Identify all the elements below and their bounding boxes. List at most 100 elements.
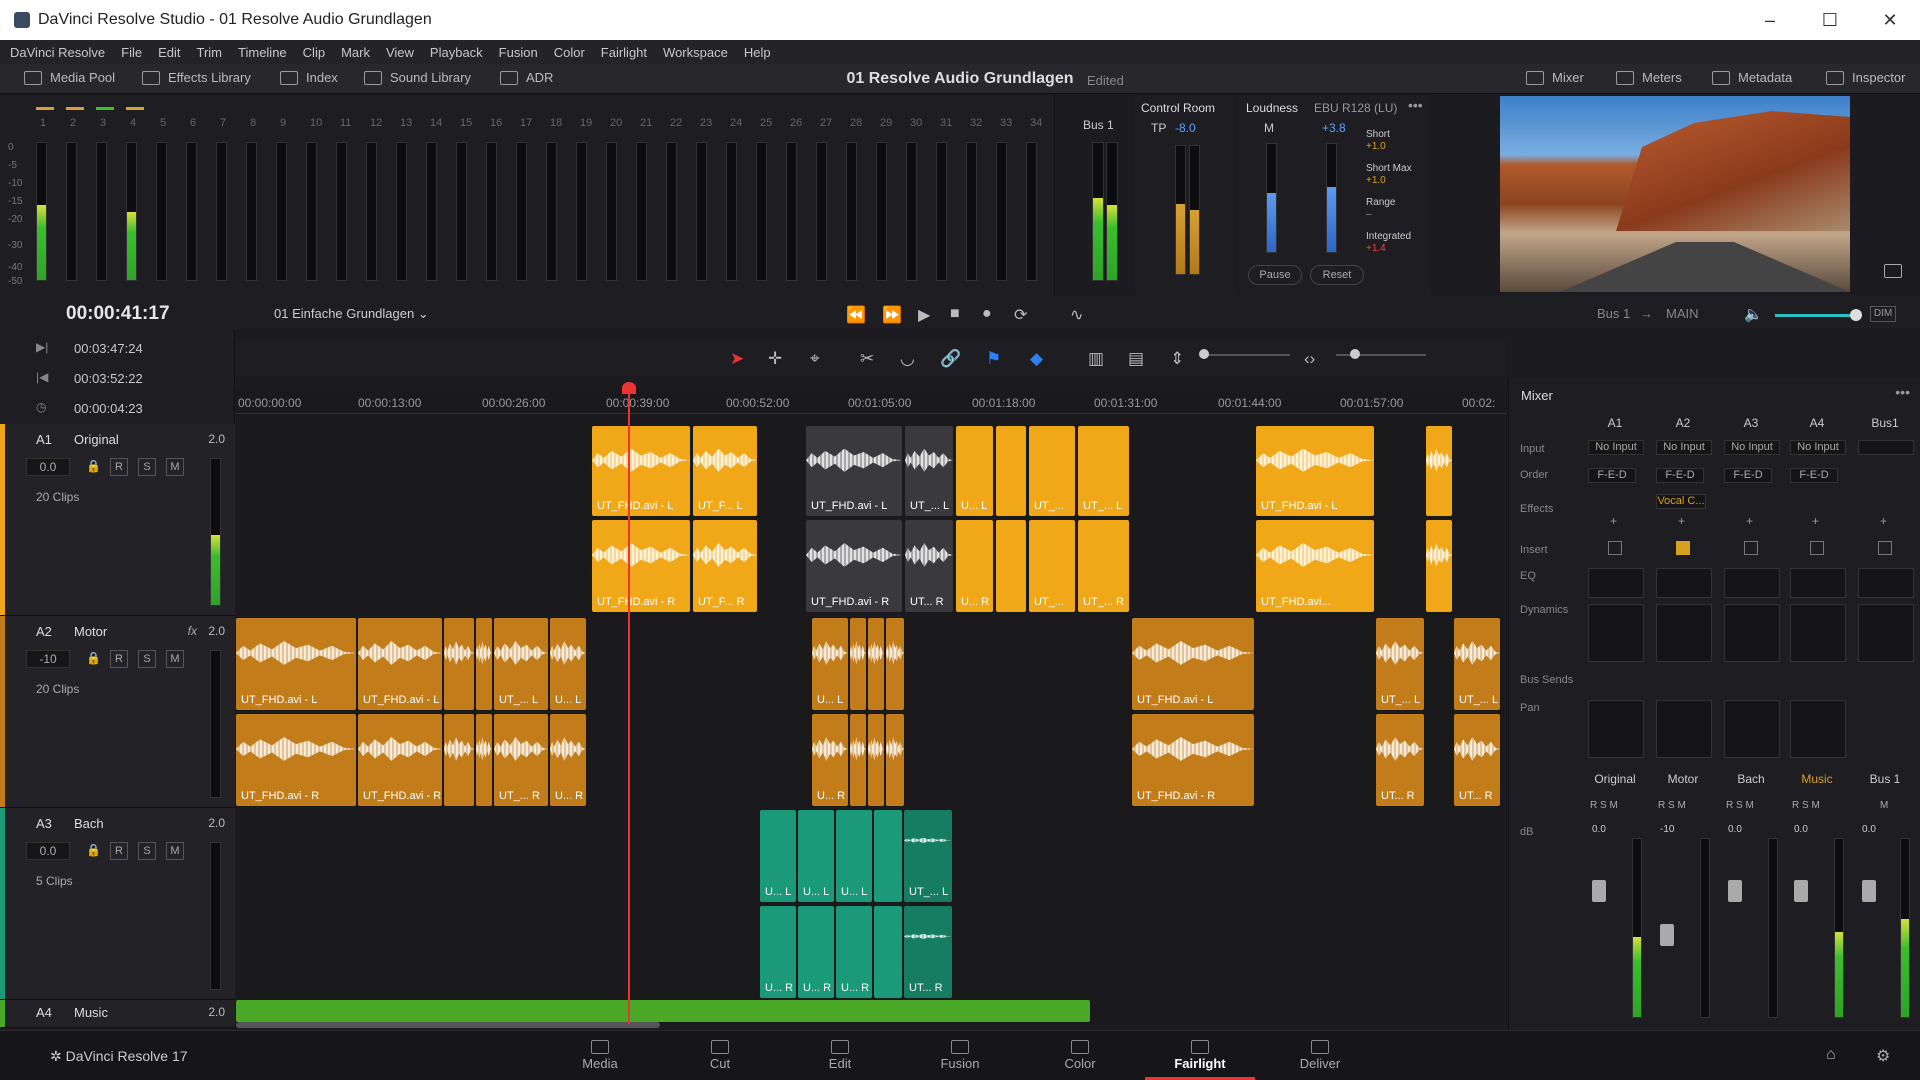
input-select-bus1[interactable] (1858, 440, 1914, 455)
input-select-a2[interactable]: No Input (1656, 440, 1712, 455)
audio-clip[interactable] (868, 714, 884, 806)
record-arm-button[interactable]: R (1792, 800, 1799, 811)
loudness-options-icon[interactable]: ••• (1408, 97, 1423, 113)
fader-value-a4[interactable]: 0.0 (1794, 824, 1808, 835)
menu-timeline[interactable]: Timeline (238, 45, 287, 60)
audio-clip[interactable] (850, 618, 866, 710)
pan-control-a2[interactable] (1656, 700, 1712, 758)
timecode-display[interactable]: 00:00:41:17 (66, 303, 170, 325)
channel-name-bus1[interactable]: Bus 1 (1858, 772, 1912, 786)
eq-graph-a2[interactable] (1656, 568, 1712, 598)
menu-playback[interactable]: Playback (430, 45, 483, 60)
stop-button[interactable]: ■ (950, 305, 960, 323)
eq-graph-bus1[interactable] (1858, 568, 1914, 598)
audio-clip[interactable]: UT_F... R (693, 520, 757, 612)
audio-clip[interactable]: UT_FHD.avi - L (236, 618, 356, 710)
nav-color[interactable]: Color (1025, 1030, 1135, 1080)
record-arm-button[interactable]: R (110, 650, 128, 668)
add-effect-icon[interactable]: + (1746, 514, 1753, 528)
dynamics-graph-a3[interactable] (1724, 604, 1780, 662)
audio-clip[interactable] (1426, 426, 1452, 516)
audio-clip[interactable] (886, 618, 904, 710)
audio-clip[interactable]: UT_FHD.avi... (1256, 520, 1374, 612)
mute-button[interactable]: M (1745, 800, 1753, 811)
solo-button[interactable]: S (1802, 800, 1809, 811)
menu-file[interactable]: File (121, 45, 142, 60)
nav-cut[interactable]: Cut (665, 1030, 775, 1080)
music-clip[interactable] (236, 1000, 1090, 1022)
audio-clip[interactable] (850, 714, 866, 806)
menu-color[interactable]: Color (554, 45, 585, 60)
mixer-toggle-button[interactable]: Mixer (1526, 70, 1584, 85)
audio-clip[interactable]: U... L (812, 618, 848, 710)
insert-toggle-a3[interactable] (1744, 541, 1758, 555)
audio-clip[interactable]: U... R (550, 714, 586, 806)
video-viewer[interactable] (1500, 96, 1850, 292)
dynamics-graph-a4[interactable] (1790, 604, 1846, 662)
edit-selection-icon[interactable]: ⌖ (810, 349, 820, 369)
solo-button[interactable]: S (1736, 800, 1743, 811)
dynamics-graph-a1[interactable] (1588, 604, 1644, 662)
menu-mark[interactable]: Mark (341, 45, 370, 60)
audio-clip[interactable]: UT_... L (904, 810, 952, 902)
audio-clip[interactable]: UT... R (904, 906, 952, 998)
zoom-slider[interactable] (1206, 354, 1290, 356)
menu-clip[interactable]: Clip (303, 45, 325, 60)
track-name[interactable]: Bach (74, 816, 104, 831)
track-header-a3[interactable]: A3 Bach 2.0 0.0 🔒 R S M 5 Clips (0, 808, 235, 1000)
record-arm-button[interactable]: R (110, 458, 128, 476)
pan-control-a4[interactable] (1790, 700, 1846, 758)
audio-clip[interactable]: UT... R (905, 520, 953, 612)
track-name[interactable]: Motor (74, 624, 107, 639)
audio-clip[interactable]: UT_FHD.avi - R (236, 714, 356, 806)
audio-clip[interactable] (874, 810, 902, 902)
eq-graph-a1[interactable] (1588, 568, 1644, 598)
track-volume[interactable]: -10 (26, 650, 70, 668)
menu-fairlight[interactable]: Fairlight (601, 45, 647, 60)
mute-button[interactable]: M (166, 458, 184, 476)
link-icon[interactable]: 🔗 (940, 349, 961, 369)
dim-button[interactable]: DIM (1870, 306, 1896, 322)
order-select-a3[interactable]: F-E-D (1724, 468, 1772, 483)
input-select-a3[interactable]: No Input (1724, 440, 1780, 455)
add-effect-icon[interactable]: + (1610, 514, 1617, 528)
solo-button[interactable]: S (1668, 800, 1675, 811)
loudness-reset-button[interactable]: Reset (1310, 265, 1364, 285)
fader-value-bus1[interactable]: 0.0 (1862, 824, 1876, 835)
nav-deliver[interactable]: Deliver (1265, 1030, 1375, 1080)
audio-clip[interactable]: UT_FHD.avi - L (592, 426, 690, 516)
solo-button[interactable]: S (138, 842, 156, 860)
mute-button[interactable]: M (1677, 800, 1685, 811)
speaker-icon[interactable]: 🔈 (1744, 305, 1763, 323)
fader-value-a3[interactable]: 0.0 (1728, 824, 1742, 835)
audio-clip[interactable]: U... R (760, 906, 796, 998)
menu-davinci-resolve[interactable]: DaVinci Resolve (10, 45, 105, 60)
eq-graph-a3[interactable] (1724, 568, 1780, 598)
maximize-button[interactable]: ☐ (1800, 0, 1860, 40)
dynamics-graph-bus1[interactable] (1858, 604, 1914, 662)
home-icon[interactable]: ⌂ (1826, 1046, 1836, 1064)
audio-clip[interactable]: UT_FHD.avi - L (358, 618, 442, 710)
audio-clip[interactable]: UT_... L (494, 618, 548, 710)
solo-button[interactable]: S (138, 650, 156, 668)
audio-clip[interactable]: UT_... (1029, 520, 1075, 612)
menu-view[interactable]: View (386, 45, 414, 60)
fader-handle-a3[interactable] (1728, 880, 1742, 902)
audio-clip[interactable]: U... L (760, 810, 796, 902)
monitor-volume-handle[interactable] (1850, 309, 1862, 321)
channel-name-motor[interactable]: Motor (1656, 772, 1710, 786)
audio-clip[interactable] (886, 714, 904, 806)
mute-button[interactable]: M (1609, 800, 1617, 811)
snapping-icon[interactable]: ◡ (900, 349, 915, 369)
fader-handle-a1[interactable] (1592, 880, 1606, 902)
lock-icon[interactable]: 🔒 (86, 651, 101, 665)
menu-workspace[interactable]: Workspace (663, 45, 728, 60)
order-select-a2[interactable]: F-E-D (1656, 468, 1704, 483)
record-arm-button[interactable]: R (1590, 800, 1597, 811)
monitor-bus-label[interactable]: Bus 1 (1597, 306, 1630, 321)
fader-buttons-a3[interactable]: R S M (1726, 800, 1754, 811)
audio-clip[interactable]: UT_FHD.avi - R (592, 520, 690, 612)
track-header-a1[interactable]: A1 Original 2.0 0.0 🔒 R S M 20 Clips (0, 424, 235, 616)
vertical-zoom-icon[interactable]: ⇕ (1170, 349, 1184, 369)
track-name[interactable]: Original (74, 432, 119, 447)
